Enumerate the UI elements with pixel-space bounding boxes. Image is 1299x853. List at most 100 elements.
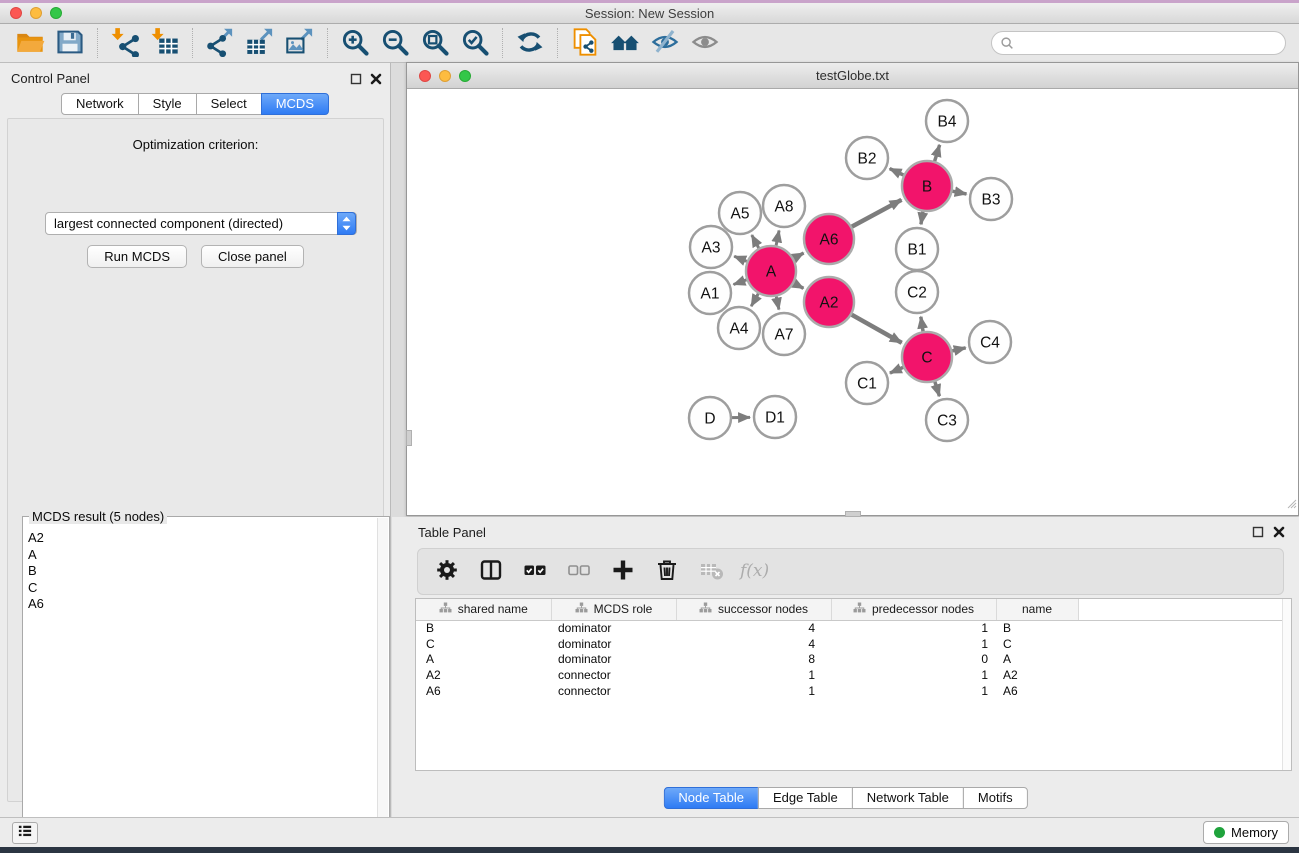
mcds-result-item[interactable]: A2 <box>28 530 377 547</box>
table-scrollbar[interactable] <box>1282 599 1291 770</box>
show-all-button[interactable] <box>685 26 725 60</box>
export-table-button[interactable] <box>240 26 280 60</box>
float-panel-icon[interactable] <box>350 72 362 90</box>
graph-edge-A2-C[interactable] <box>852 315 902 343</box>
table-cell[interactable]: A <box>996 652 1078 668</box>
graph-edge-A-A5[interactable] <box>752 235 759 248</box>
refresh-button[interactable] <box>510 26 550 60</box>
memory-button[interactable]: Memory <box>1203 821 1289 844</box>
mcds-result-item[interactable]: B <box>28 563 377 580</box>
column-header-MCDS-role[interactable]: MCDS role <box>551 599 676 620</box>
graph-node-B2[interactable]: B2 <box>846 137 888 179</box>
first-neighbors-button[interactable] <box>605 26 645 60</box>
graph-node-A1[interactable]: A1 <box>689 272 731 314</box>
table-cell[interactable]: 4 <box>676 620 831 636</box>
table-cell[interactable]: connector <box>551 683 676 699</box>
graph-edge-A-A6[interactable] <box>794 253 804 258</box>
result-scrollbar[interactable] <box>377 518 388 846</box>
mcds-result-item[interactable]: C <box>28 580 377 597</box>
table-cell[interactable]: 1 <box>831 667 996 683</box>
graph-node-A7[interactable]: A7 <box>763 313 805 355</box>
tab-edge-table[interactable]: Edge Table <box>758 787 853 809</box>
table-row[interactable]: A2connector11A2 <box>416 667 1284 683</box>
graph-node-A8[interactable]: A8 <box>763 185 805 227</box>
table-cell[interactable]: 1 <box>676 683 831 699</box>
table-cell[interactable]: connector <box>551 667 676 683</box>
mcds-result-item[interactable]: A <box>28 547 377 564</box>
close-panel-icon[interactable] <box>370 72 382 90</box>
graph-edge-A-A7[interactable] <box>776 296 779 309</box>
graph-node-A3[interactable]: A3 <box>690 226 732 268</box>
table-cell[interactable]: 1 <box>831 683 996 699</box>
table-cell[interactable]: 8 <box>676 652 831 668</box>
tab-style[interactable]: Style <box>138 93 197 115</box>
table-cell[interactable]: 1 <box>831 620 996 636</box>
table-cell[interactable]: 0 <box>831 652 996 668</box>
graph-edge-C-C1[interactable] <box>890 367 903 373</box>
export-network-button[interactable] <box>200 26 240 60</box>
tab-select[interactable]: Select <box>196 93 262 115</box>
clone-network-button[interactable] <box>565 26 605 60</box>
table-cell[interactable]: 1 <box>676 667 831 683</box>
graph-edge-A-A2[interactable] <box>794 283 803 288</box>
search-input[interactable] <box>991 31 1286 55</box>
graph-node-B1[interactable]: B1 <box>896 228 938 270</box>
zoom-fit-button[interactable] <box>415 26 455 60</box>
graph-edge-C-C2[interactable] <box>921 317 923 332</box>
table-cell[interactable]: C <box>416 636 551 652</box>
table-cell[interactable]: A2 <box>996 667 1078 683</box>
zoom-selected-button[interactable] <box>455 26 495 60</box>
splitter-handle-vertical[interactable] <box>406 430 412 446</box>
column-header-predecessor-nodes[interactable]: predecessor nodes <box>831 599 996 620</box>
graph-node-C[interactable]: C <box>902 332 952 382</box>
graph-edge-C-C4[interactable] <box>952 348 965 351</box>
graph-edge-B-B1[interactable] <box>921 212 923 225</box>
graph-node-B3[interactable]: B3 <box>970 178 1012 220</box>
graph-node-A6[interactable]: A6 <box>804 214 854 264</box>
graph-node-C4[interactable]: C4 <box>969 321 1011 363</box>
table-cell[interactable]: dominator <box>551 636 676 652</box>
settings-gear-button[interactable] <box>428 554 466 590</box>
mcds-result-item[interactable]: A6 <box>28 596 377 613</box>
zoom-in-button[interactable] <box>335 26 375 60</box>
export-image-button[interactable] <box>280 26 320 60</box>
table-row[interactable]: Cdominator41C <box>416 636 1284 652</box>
unselect-all-button[interactable] <box>560 554 598 590</box>
tab-network-table[interactable]: Network Table <box>852 787 964 809</box>
graph-node-C1[interactable]: C1 <box>846 362 888 404</box>
table-cell[interactable]: dominator <box>551 652 676 668</box>
graph-edge-C-C3[interactable] <box>935 382 940 396</box>
tab-node-table[interactable]: Node Table <box>663 787 759 809</box>
graph-node-A4[interactable]: A4 <box>718 307 760 349</box>
graph-node-A2[interactable]: A2 <box>804 277 854 327</box>
table-cell[interactable]: A <box>416 652 551 668</box>
import-network-button[interactable] <box>105 26 145 60</box>
resize-grip-icon[interactable] <box>1285 496 1297 514</box>
table-cell[interactable]: C <box>996 636 1078 652</box>
graph-edge-B-B4[interactable] <box>935 145 940 161</box>
table-cell[interactable]: A2 <box>416 667 551 683</box>
delete-column-button[interactable] <box>648 554 686 590</box>
graph-node-B[interactable]: B <box>902 161 952 211</box>
criterion-select[interactable]: largest connected component (directed) <box>45 212 357 235</box>
graph-node-A[interactable]: A <box>746 246 796 296</box>
graph-edge-A-A8[interactable] <box>776 231 779 246</box>
network-canvas[interactable]: B4B2BB3A8A5A6A3B1AC2A1A2A4A7C4CC1D1DC3 <box>407 89 1298 515</box>
graph-edge-B-B2[interactable] <box>890 169 904 175</box>
graph-node-C3[interactable]: C3 <box>926 399 968 441</box>
graph-edge-B-B3[interactable] <box>952 191 966 194</box>
hide-selected-button[interactable] <box>645 26 685 60</box>
table-cell[interactable]: dominator <box>551 620 676 636</box>
task-history-button[interactable] <box>12 822 38 844</box>
table-cell[interactable]: B <box>416 620 551 636</box>
column-header-name[interactable]: name <box>996 599 1078 620</box>
graph-node-B4[interactable]: B4 <box>926 100 968 142</box>
graph-node-D[interactable]: D <box>689 397 731 439</box>
table-cell[interactable]: 1 <box>831 636 996 652</box>
table-cell[interactable]: B <box>996 620 1078 636</box>
close-table-panel-icon[interactable] <box>1273 525 1285 543</box>
graph-edge-A-A1[interactable] <box>734 280 747 285</box>
split-panel-button[interactable] <box>472 554 510 590</box>
graph-node-C2[interactable]: C2 <box>896 271 938 313</box>
zoom-out-button[interactable] <box>375 26 415 60</box>
